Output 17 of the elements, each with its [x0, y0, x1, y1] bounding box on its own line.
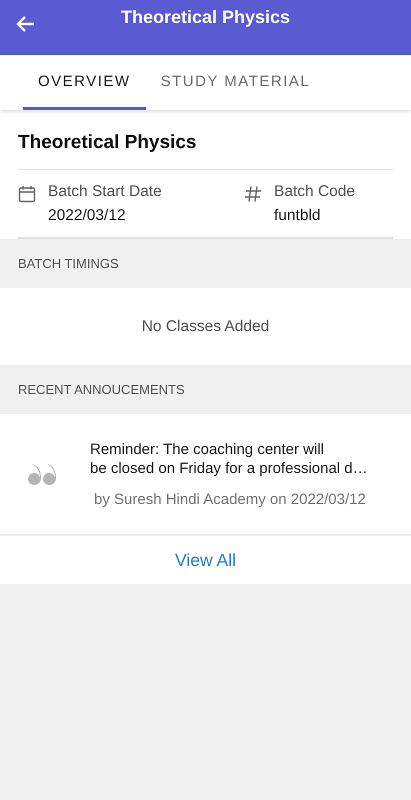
batch-name: Theoretical Physics — [18, 110, 393, 170]
detail-label: Batch Start Date — [48, 183, 162, 201]
announcement-byline: by Suresh Hindi Academy on 2022/03/12 — [94, 491, 367, 508]
quote-icon — [28, 463, 58, 485]
calendar-icon — [18, 185, 36, 203]
detail-value: funtbld — [274, 207, 322, 225]
empty-message: No Classes Added — [142, 318, 270, 336]
detail-label: Batch Code — [274, 183, 355, 201]
hash-icon — [244, 185, 262, 203]
section-heading: RECENT ANNOUCEMENTS — [18, 382, 185, 397]
back-arrow-icon[interactable] — [15, 15, 35, 33]
announcement-text: Reminder: The coaching center will be closed on Friday for a professional d… — [90, 440, 368, 478]
detail-value: 2022/03/12 — [48, 207, 127, 225]
section-heading: BATCH TIMINGS — [18, 256, 119, 271]
tab[interactable]: STUDY MATERIAL — [146, 55, 326, 110]
screen-title: Theoretical Physics — [120, 7, 290, 28]
view-all-link[interactable]: View All — [175, 550, 236, 570]
